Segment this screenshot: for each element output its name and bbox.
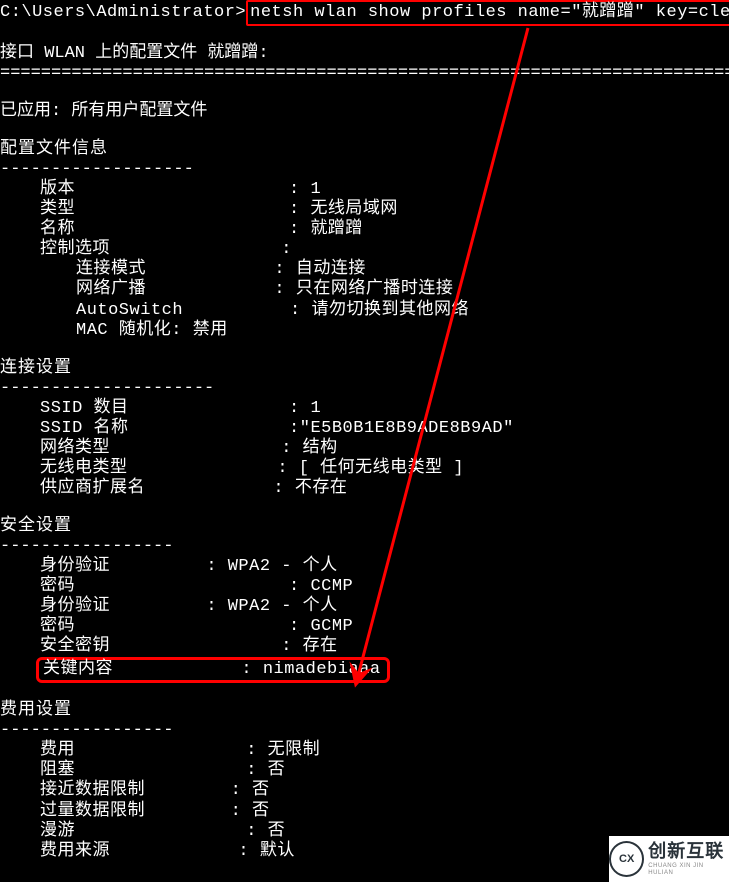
row-auth2: 身份验证 : WPA2 - 个人 [0,597,729,617]
row-net-type: 网络类型 : 结构 [0,439,729,459]
row-mac-rand: MAC 随机化: 禁用 [0,321,729,341]
row-vendor: 供应商扩展名 : 不存在 [0,479,729,499]
command-highlight-box: netsh wlan show profiles name="就蹭蹭" key=… [246,0,729,26]
watermark-brand: 创新互联 [648,841,729,862]
command-prompt-line: C:\Users\Administrator> netsh wlan show … [0,0,729,26]
row-autoswitch: AutoSwitch : 请勿切换到其他网络 [0,301,729,321]
applied-line: 已应用: 所有用户配置文件 [0,102,729,122]
row-radio-type: 无线电类型 : [ 任何无线电类型 ] [0,459,729,479]
row-conn-mode: 连接模式 : 自动连接 [0,260,729,280]
row-auth1: 身份验证 : WPA2 - 个人 [0,557,729,577]
row-congest: 阻塞 : 否 [0,761,729,781]
section-conn-hr: --------------------- [0,379,729,399]
wifi-password-value: nimadebiaaa [263,660,381,680]
interface-header: 接口 WLAN 上的配置文件 就蹭蹭: [0,44,729,64]
key-content-highlight-box: 关键内容 : nimadebiaaa [36,657,390,683]
row-ssid-name: SSID 名称 :"E5B0B1E8B9ADE8B9AD" [0,419,729,439]
row-cipher2: 密码 : GCMP [0,617,729,637]
divider-full: ========================================… [0,64,729,84]
row-key-content-wrap: 关键内容 : nimadebiaaa [0,657,729,683]
prompt-path: C:\Users\Administrator> [0,3,246,23]
row-cipher1: 密码 : CCMP [0,577,729,597]
section-conn-title: 连接设置 [0,359,729,379]
row-near-limit: 接近数据限制 : 否 [0,781,729,801]
row-over-limit: 过量数据限制 : 否 [0,802,729,822]
row-version: 版本 : 1 [0,180,729,200]
row-broadcast: 网络广播 : 只在网络广播时连接 [0,280,729,300]
section-profile-hr: ------------------- [0,160,729,180]
command-text: netsh wlan show profiles name="就蹭蹭" key=… [250,3,729,22]
section-profile-title: 配置文件信息 [0,140,729,160]
row-control: 控制选项 : [0,240,729,260]
watermark-logo: CX [609,841,644,877]
section-cost-hr: ----------------- [0,721,729,741]
watermark: CX 创新互联 CHUANG XIN JIN HULIAN [609,836,729,882]
section-security-title: 安全设置 [0,517,729,537]
row-name: 名称 : 就蹭蹭 [0,220,729,240]
watermark-sub: CHUANG XIN JIN HULIAN [648,863,729,877]
row-cost: 费用 : 无限制 [0,741,729,761]
row-ssid-count: SSID 数目 : 1 [0,399,729,419]
section-cost-title: 费用设置 [0,701,729,721]
row-key-exists: 安全密钥 : 存在 [0,637,729,657]
row-type: 类型 : 无线局域网 [0,200,729,220]
section-security-hr: ----------------- [0,537,729,557]
